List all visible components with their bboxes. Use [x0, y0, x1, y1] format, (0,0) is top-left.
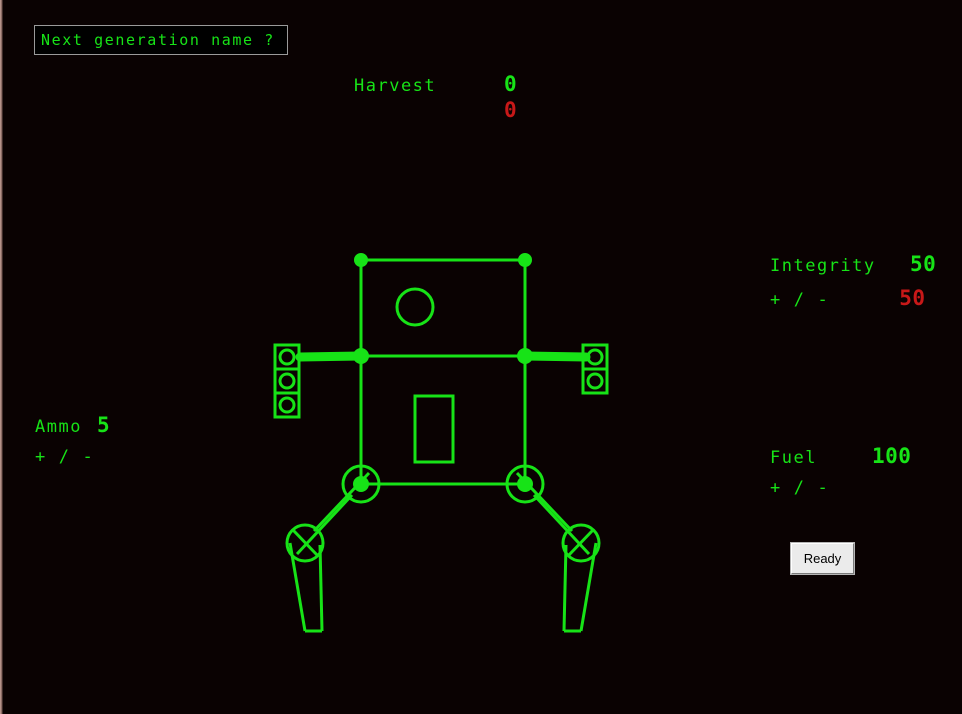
- ammo-increase-button[interactable]: +: [35, 447, 47, 467]
- head-joint-top-right: [518, 253, 532, 267]
- harvest-panel: Harvest 0 Harvest 0: [354, 72, 517, 122]
- integrity-increase-button[interactable]: +: [770, 290, 782, 310]
- fuel-panel: Fuel 100 + / -: [770, 444, 911, 498]
- head-panel[interactable]: [354, 253, 532, 358]
- integrity-value: 50: [910, 252, 937, 276]
- ammo-panel: Ammo 5 + / -: [35, 413, 110, 467]
- left-hip-joint: [353, 476, 369, 492]
- next-generation-name-input[interactable]: [35, 26, 287, 54]
- name-input-wrapper[interactable]: [34, 25, 288, 55]
- harvest-label: Harvest: [354, 76, 437, 96]
- integrity-secondary-value: 50: [899, 286, 926, 310]
- right-arm[interactable]: [517, 348, 591, 364]
- integrity-separator: /: [793, 290, 806, 310]
- left-weapon-magazine[interactable]: [273, 343, 301, 419]
- fuel-separator: /: [793, 478, 806, 498]
- game-stage: Harvest 0 Harvest 0 Integrity 50 + / - 5…: [0, 0, 962, 714]
- window-edge-strip: [0, 0, 3, 714]
- right-weapon-magazine[interactable]: [581, 343, 609, 395]
- reactor-core: [413, 394, 455, 464]
- integrity-decrease-button[interactable]: -: [818, 290, 830, 310]
- fuel-increase-button[interactable]: +: [770, 478, 782, 498]
- ammo-label: Ammo: [35, 417, 82, 437]
- fuel-decrease-button[interactable]: -: [818, 478, 830, 498]
- sensor-eye: [395, 287, 435, 327]
- integrity-panel: Integrity 50 + / - 50: [770, 252, 936, 310]
- left-leg[interactable]: [285, 464, 381, 633]
- ammo-decrease-button[interactable]: -: [83, 447, 95, 467]
- ready-button[interactable]: Ready: [791, 543, 854, 574]
- head-joint-top-left: [354, 253, 368, 267]
- fuel-label: Fuel: [770, 448, 817, 468]
- ammo-value: 5: [97, 413, 111, 437]
- harvest-secondary-value: 0: [504, 98, 518, 122]
- fuel-value: 100: [872, 444, 912, 468]
- ammo-separator: /: [58, 447, 71, 467]
- right-leg[interactable]: [505, 464, 601, 633]
- harvest-value: 0: [504, 72, 518, 96]
- integrity-label: Integrity: [770, 256, 876, 276]
- torso-frame[interactable]: [359, 354, 527, 486]
- left-arm[interactable]: [295, 348, 369, 364]
- right-hip-joint: [517, 476, 533, 492]
